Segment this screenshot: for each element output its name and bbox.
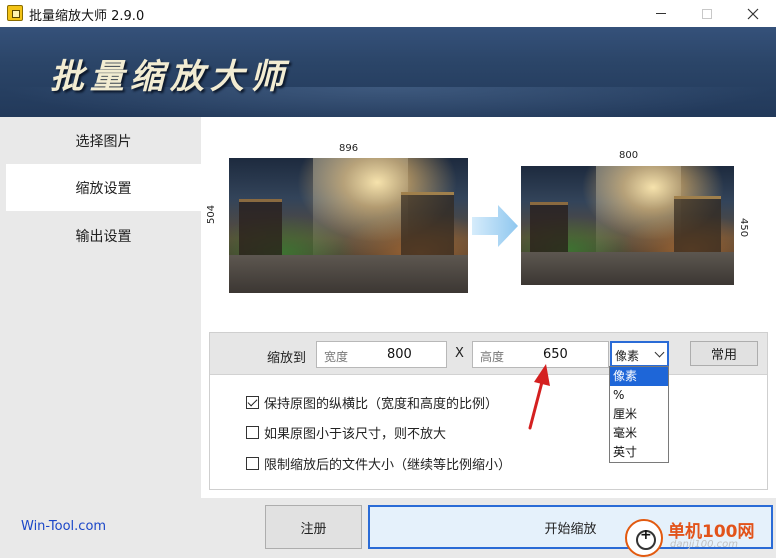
app-logo-icon: [7, 5, 23, 21]
dimension-separator: X: [455, 346, 464, 361]
watermark-subtext: danji100.com: [670, 539, 738, 550]
sidebar-item-label: 选择图片: [75, 133, 132, 150]
watermark-logo: 单机100网 danji100.com: [624, 515, 774, 558]
title-bar: 批量缩放大师 2.9.0: [0, 0, 776, 27]
header-banner: 批量缩放大师: [0, 27, 776, 117]
sidebar-item-output-settings[interactable]: 输出设置: [6, 212, 201, 259]
unit-option-cm[interactable]: 厘米: [610, 405, 668, 424]
checkbox-checked-icon[interactable]: [246, 396, 259, 409]
height-placeholder: 高度: [480, 350, 505, 364]
original-width-label: 896: [339, 143, 359, 154]
unit-dropdown-list: 像素 % 厘米 毫米 英寸: [609, 366, 669, 463]
resize-settings-panel: 缩放到 宽度 800 X 高度 650 像素 常用 保持原图的纵横比（宽度和高度…: [209, 332, 768, 490]
keep-aspect-ratio-option[interactable]: 保持原图的纵横比（宽度和高度的比例）: [246, 393, 498, 412]
unit-option-pixel[interactable]: 像素: [610, 367, 668, 386]
main-panel: 896 504 800 450 缩放到 宽度 800 X 高度 650 像素 常…: [201, 117, 776, 498]
register-button[interactable]: 注册: [265, 505, 362, 549]
sidebar-item-select-images[interactable]: 选择图片: [6, 117, 201, 164]
option-label: 如果原图小于该尺寸，则不放大: [264, 427, 447, 442]
width-value: 800: [387, 347, 412, 362]
common-sizes-button[interactable]: 常用: [690, 341, 758, 366]
sidebar-item-label: 输出设置: [75, 228, 132, 245]
unit-option-inch[interactable]: 英寸: [610, 443, 668, 462]
chevron-down-icon: [654, 347, 665, 358]
unit-select[interactable]: 像素: [610, 341, 669, 367]
limit-file-size-option[interactable]: 限制缩放后的文件大小（继续等比例缩小）: [246, 454, 511, 473]
option-label: 保持原图的纵横比（宽度和高度的比例）: [264, 397, 499, 412]
sidebar-item-label: 缩放设置: [75, 180, 132, 197]
banner-title: 批量缩放大师: [50, 57, 290, 97]
annotation-arrow-icon: [528, 364, 550, 430]
close-button[interactable]: [730, 0, 776, 27]
watermark-icon: [625, 519, 663, 557]
no-enlarge-option[interactable]: 如果原图小于该尺寸，则不放大: [246, 423, 446, 442]
resize-dimension-row: 缩放到 宽度 800 X 高度 650 像素 常用: [210, 333, 767, 375]
minimize-icon: [656, 13, 666, 14]
unit-option-percent[interactable]: %: [610, 386, 668, 405]
resized-width-label: 800: [619, 150, 639, 161]
unit-selected-value: 像素: [615, 349, 640, 363]
minimize-button[interactable]: [638, 0, 684, 27]
checkbox-icon[interactable]: [246, 426, 259, 439]
website-link[interactable]: Win-Tool.com: [21, 519, 106, 534]
maximize-icon: [702, 8, 712, 19]
option-label: 限制缩放后的文件大小（继续等比例缩小）: [264, 458, 512, 473]
checkbox-icon[interactable]: [246, 457, 259, 470]
unit-option-mm[interactable]: 毫米: [610, 424, 668, 443]
window-title: 批量缩放大师 2.9.0: [29, 9, 145, 24]
resize-to-label: 缩放到: [267, 351, 307, 366]
right-arrow-icon: [472, 205, 518, 247]
resized-image-preview: [521, 166, 734, 285]
original-height-label: 504: [206, 204, 217, 224]
sidebar-item-resize-settings[interactable]: 缩放设置: [6, 164, 201, 211]
width-placeholder: 宽度: [324, 350, 349, 364]
original-image-preview: [229, 158, 468, 293]
maximize-button[interactable]: [684, 0, 730, 27]
resized-height-label: 450: [738, 218, 749, 238]
width-input[interactable]: 宽度 800: [316, 341, 447, 368]
sidebar: 选择图片 缩放设置 输出设置 Win-Tool.com: [0, 117, 201, 558]
close-icon: [747, 8, 759, 19]
